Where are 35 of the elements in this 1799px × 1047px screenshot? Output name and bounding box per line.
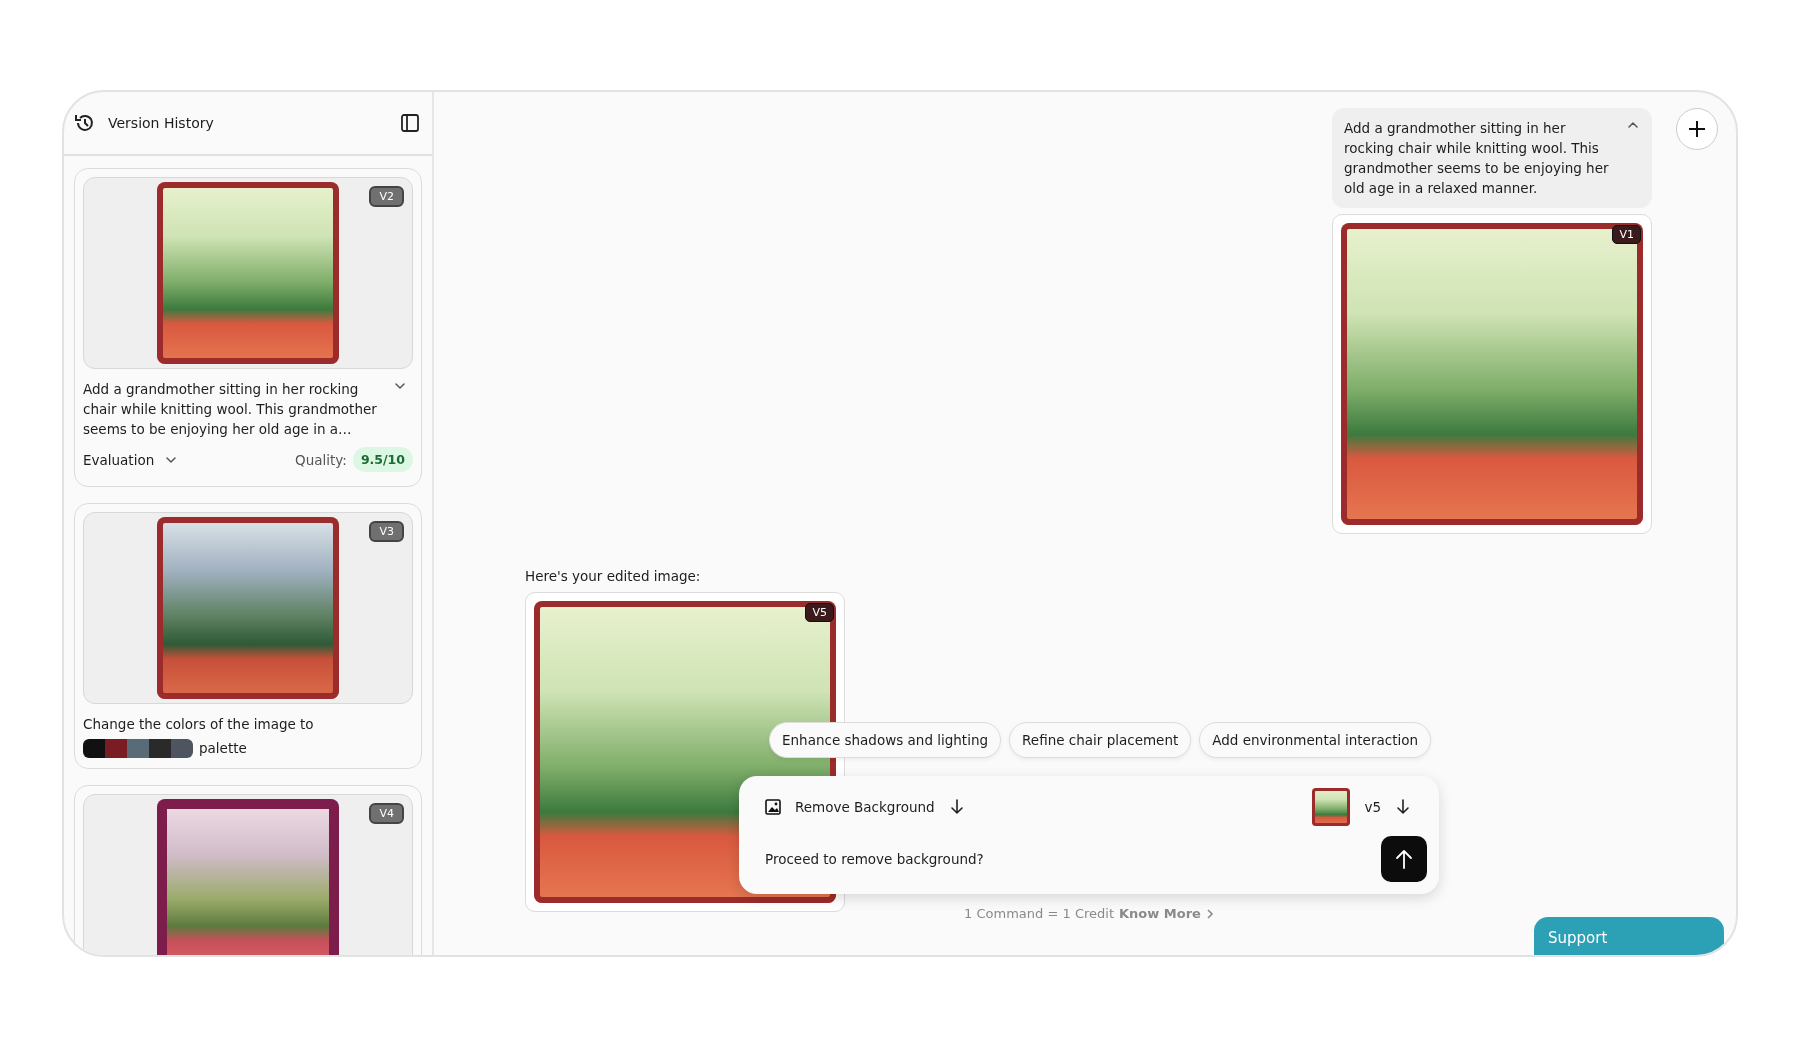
quality-label: Quality: <box>295 451 347 468</box>
plus-icon <box>1687 119 1707 139</box>
sidebar-toggle-icon[interactable] <box>400 113 420 133</box>
add-button[interactable] <box>1676 108 1718 150</box>
history-icon <box>74 112 96 134</box>
version-badge: V2 <box>369 186 404 207</box>
arrow-up-icon <box>1395 848 1413 870</box>
quality-score: 9.5/10 <box>352 447 413 472</box>
version-card[interactable]: V3 Change the colors of the image to palette <box>74 503 422 769</box>
version-label: v5 <box>1364 799 1381 815</box>
download-icon[interactable] <box>1395 798 1411 816</box>
version-badge: V1 <box>1612 225 1641 244</box>
message-text: Proceed to remove background? <box>765 851 984 867</box>
prompt-text: Add a grandmother sitting in her rocking chair while knitting wool. This grandmother seems to be enjoying her old age in a… <box>83 380 378 439</box>
credit-note: 1 Command = 1 Credit <box>964 906 1114 921</box>
response-text: Here's your edited image: <box>525 568 702 584</box>
version-badge: V3 <box>369 521 404 542</box>
prompt-text: Change the colors of the image to <box>83 715 315 734</box>
palette-label: palette <box>199 739 248 758</box>
version-card[interactable]: V2 Add a grandmother sitting in her rocking chair while knitting wool. This grandmother seems to be enjoying her old age in a… Evaluation Quality: 9.5/10 <box>74 168 422 487</box>
suggestion-chip[interactable]: Refine chair placement <box>1009 722 1192 758</box>
image-icon <box>765 799 781 815</box>
send-button[interactable] <box>1381 836 1427 882</box>
version-badge: V4 <box>369 803 404 824</box>
prompt-text: Add a grandmother sitting in her rocking chair while knitting wool. This grandmother seems to be enjoying her old age in a relaxed manner. <box>1344 119 1610 198</box>
chevron-right-icon[interactable] <box>1205 907 1214 920</box>
evaluation-label: Evaluation <box>83 451 155 468</box>
suggestion-chip[interactable]: Add environmental interaction <box>1199 722 1431 758</box>
panel-title: Version History <box>108 115 215 131</box>
tool-label: Remove Background <box>795 799 935 815</box>
thumbnail-placeholder <box>1312 788 1351 826</box>
suggestion-chip[interactable]: Enhance shadows and lighting <box>769 722 1002 758</box>
download-icon[interactable] <box>948 798 965 816</box>
version-card[interactable]: V4 <box>74 785 422 955</box>
version-badge: V5 <box>805 603 834 622</box>
